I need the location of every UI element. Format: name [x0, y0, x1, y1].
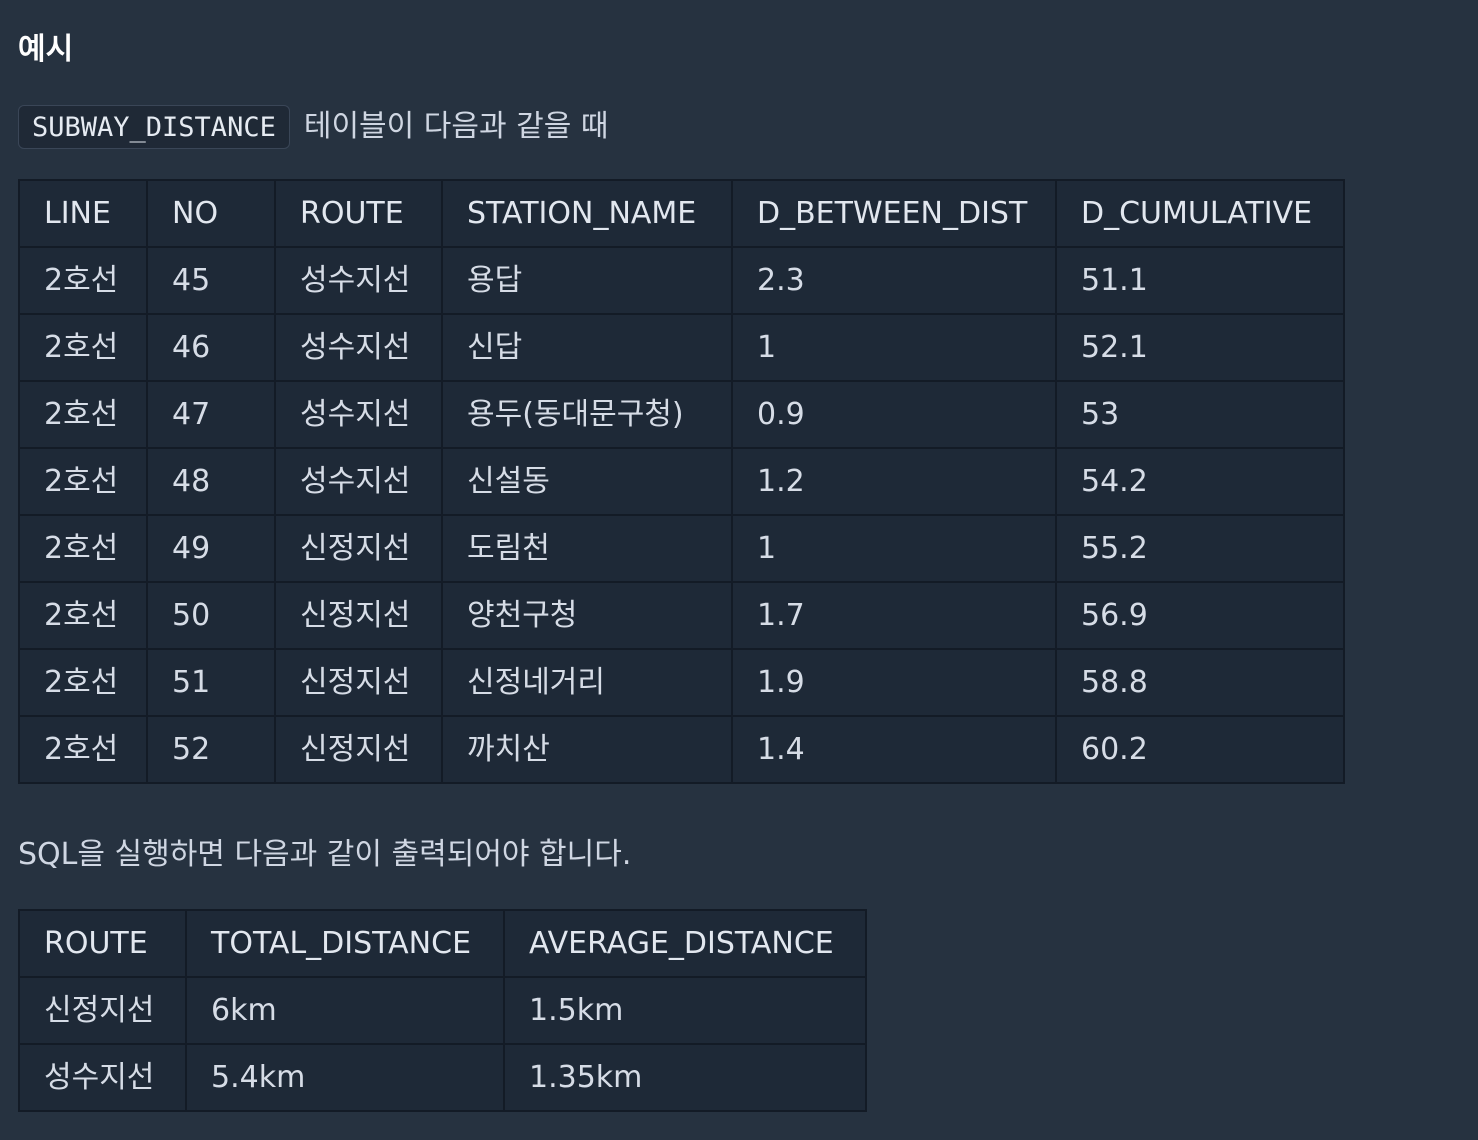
table-cell: 50 [146, 581, 276, 650]
table-cell: 1 [731, 313, 1057, 382]
page: 예시 SUBWAY_DISTANCE 테이블이 다음과 같을 때 LINE NO… [0, 0, 1478, 1140]
table-cell: 용답 [441, 246, 733, 315]
table-cell: 1.4 [731, 715, 1057, 784]
table-cell: 55.2 [1055, 514, 1345, 583]
table-cell: 2호선 [18, 715, 148, 784]
table-cell: 1.5km [503, 976, 867, 1045]
column-header: ROUTE [18, 909, 187, 978]
table-cell: 신정지선 [274, 581, 443, 650]
section-heading: 예시 [18, 32, 74, 67]
table-cell: 1.35km [503, 1043, 867, 1112]
table-cell: 1.2 [731, 447, 1057, 516]
table-row: 2호선 52 신정지선 까치산 1.4 60.2 [18, 715, 1345, 784]
table-cell: 2호선 [18, 380, 148, 449]
table-cell: 2호선 [18, 581, 148, 650]
table-cell: 56.9 [1055, 581, 1345, 650]
table-row: 2호선 47 성수지선 용두(동대문구청) 0.9 53 [18, 380, 1345, 449]
table-row: 2호선 51 신정지선 신정네거리 1.9 58.8 [18, 648, 1345, 717]
result-description: SQL을 실행하면 다음과 같이 출력되어야 합니다. [18, 837, 632, 872]
source-table: LINE NO ROUTE STATION_NAME D_BETWEEN_DIS… [18, 179, 1345, 784]
table-cell: 1.7 [731, 581, 1057, 650]
table-cell: 2.3 [731, 246, 1057, 315]
table-row: 2호선 49 신정지선 도림천 1 55.2 [18, 514, 1345, 583]
table-cell: 60.2 [1055, 715, 1345, 784]
table-cell: 2호선 [18, 447, 148, 516]
table-cell: 2호선 [18, 246, 148, 315]
table-cell: 5.4km [185, 1043, 505, 1112]
table-cell: 45 [146, 246, 276, 315]
table-row: 2호선 50 신정지선 양천구청 1.7 56.9 [18, 581, 1345, 650]
table-cell: 신설동 [441, 447, 733, 516]
intro-text: 테이블이 다음과 같을 때 [303, 109, 609, 144]
column-header: D_CUMULATIVE [1055, 179, 1345, 248]
table-cell: 53 [1055, 380, 1345, 449]
table-cell: 51.1 [1055, 246, 1345, 315]
column-header: TOTAL_DISTANCE [185, 909, 505, 978]
table-cell: 까치산 [441, 715, 733, 784]
table-row: 신정지선 6km 1.5km [18, 976, 867, 1045]
table-header-row: LINE NO ROUTE STATION_NAME D_BETWEEN_DIS… [18, 179, 1345, 248]
table-cell: 성수지선 [274, 447, 443, 516]
column-header: STATION_NAME [441, 179, 733, 248]
table-cell: 49 [146, 514, 276, 583]
column-header: ROUTE [274, 179, 443, 248]
table-name-code: SUBWAY_DISTANCE [18, 105, 290, 149]
table-cell: 성수지선 [274, 313, 443, 382]
table-cell: 48 [146, 447, 276, 516]
column-header: D_BETWEEN_DIST [731, 179, 1057, 248]
table-header-row: ROUTE TOTAL_DISTANCE AVERAGE_DISTANCE [18, 909, 867, 978]
table-cell: 성수지선 [274, 380, 443, 449]
column-header: AVERAGE_DISTANCE [503, 909, 867, 978]
table-cell: 성수지선 [274, 246, 443, 315]
table-cell: 58.8 [1055, 648, 1345, 717]
column-header: NO [146, 179, 276, 248]
table-row: 성수지선 5.4km 1.35km [18, 1043, 867, 1112]
table-cell: 54.2 [1055, 447, 1345, 516]
table-cell: 양천구청 [441, 581, 733, 650]
table-cell: 신답 [441, 313, 733, 382]
table-cell: 신정지선 [274, 715, 443, 784]
table-cell: 신정네거리 [441, 648, 733, 717]
table-cell: 46 [146, 313, 276, 382]
table-cell: 0.9 [731, 380, 1057, 449]
intro-line: SUBWAY_DISTANCE 테이블이 다음과 같을 때 [18, 104, 608, 150]
table-cell: 신정지선 [274, 514, 443, 583]
table-row: 2호선 46 성수지선 신답 1 52.1 [18, 313, 1345, 382]
table-row: 2호선 48 성수지선 신설동 1.2 54.2 [18, 447, 1345, 516]
column-header: LINE [18, 179, 148, 248]
table-cell: 용두(동대문구청) [441, 380, 733, 449]
table-cell: 52.1 [1055, 313, 1345, 382]
table-cell: 도림천 [441, 514, 733, 583]
result-table: ROUTE TOTAL_DISTANCE AVERAGE_DISTANCE 신정… [18, 909, 867, 1112]
table-cell: 2호선 [18, 313, 148, 382]
table-cell: 성수지선 [18, 1043, 187, 1112]
table-cell: 6km [185, 976, 505, 1045]
table-cell: 2호선 [18, 514, 148, 583]
table-row: 2호선 45 성수지선 용답 2.3 51.1 [18, 246, 1345, 315]
table-cell: 47 [146, 380, 276, 449]
table-cell: 1 [731, 514, 1057, 583]
table-cell: 신정지선 [18, 976, 187, 1045]
table-cell: 51 [146, 648, 276, 717]
table-cell: 1.9 [731, 648, 1057, 717]
table-cell: 2호선 [18, 648, 148, 717]
table-cell: 신정지선 [274, 648, 443, 717]
table-cell: 52 [146, 715, 276, 784]
